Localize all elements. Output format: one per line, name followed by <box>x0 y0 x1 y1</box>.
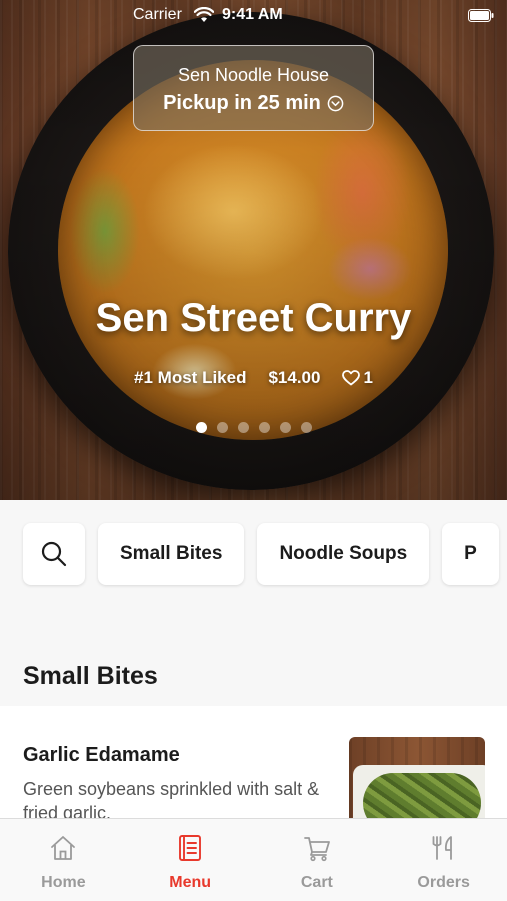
rank-badge: #1 Most Liked <box>134 368 247 387</box>
home-icon <box>51 836 76 860</box>
clock: 9:41 AM <box>222 6 283 23</box>
carousel-dots <box>0 422 507 433</box>
like-button[interactable]: 1 <box>342 368 373 388</box>
carousel-dot[interactable] <box>237 422 249 433</box>
tab-label-orders: Orders <box>417 874 470 891</box>
tab-label-menu: Menu <box>169 874 212 891</box>
search-button[interactable] <box>23 523 85 585</box>
carousel-dot[interactable] <box>195 422 207 433</box>
tab-cart[interactable]: Cart <box>254 819 381 901</box>
tab-label-home: Home <box>41 874 86 891</box>
chevron-down-circle-icon <box>327 95 344 112</box>
hero-banner[interactable]: Carrier 9:41 AM Sen Noodle House Pickup … <box>0 0 507 500</box>
carousel-dot[interactable] <box>216 422 228 433</box>
featured-price: $14.00 <box>268 368 321 387</box>
store-name: Sen Noodle House <box>177 65 330 85</box>
status-bar: Carrier 9:41 AM <box>0 4 507 26</box>
category-chip-partial[interactable]: P <box>442 523 499 585</box>
cart-icon <box>303 837 330 862</box>
pickup-eta: Pickup in 25 min <box>163 92 321 114</box>
carousel-dot[interactable] <box>279 422 291 433</box>
carousel-dot[interactable] <box>300 422 312 433</box>
section-title: Small Bites <box>23 662 158 690</box>
tab-label-cart: Cart <box>300 874 333 891</box>
category-bar: Small Bites Noodle Soups P <box>23 523 499 585</box>
tab-menu[interactable]: Menu <box>127 819 254 901</box>
carrier-label: Carrier <box>133 6 182 23</box>
featured-dish-title: Sen Street Curry <box>95 296 412 340</box>
orders-icon <box>432 836 452 860</box>
battery-icon <box>468 9 494 22</box>
category-chip-noodle-soups[interactable]: Noodle Soups <box>257 523 430 585</box>
item-name: Garlic Edamame <box>23 744 180 766</box>
carousel-dot[interactable] <box>258 422 270 433</box>
search-icon <box>41 541 67 567</box>
category-chip-small-bites[interactable]: Small Bites <box>98 523 245 585</box>
featured-dish-meta: #1 Most Liked $14.00 1 <box>0 368 507 388</box>
tab-home[interactable]: Home <box>0 819 127 901</box>
menu-icon <box>179 835 202 861</box>
heart-icon <box>342 370 361 386</box>
tab-bar: Home Menu Cart Orders <box>0 818 507 901</box>
pickup-selector[interactable]: Sen Noodle House Pickup in 25 min <box>133 45 374 131</box>
like-count: 1 <box>363 368 373 387</box>
tab-orders[interactable]: Orders <box>380 819 507 901</box>
wifi-icon <box>194 7 214 22</box>
